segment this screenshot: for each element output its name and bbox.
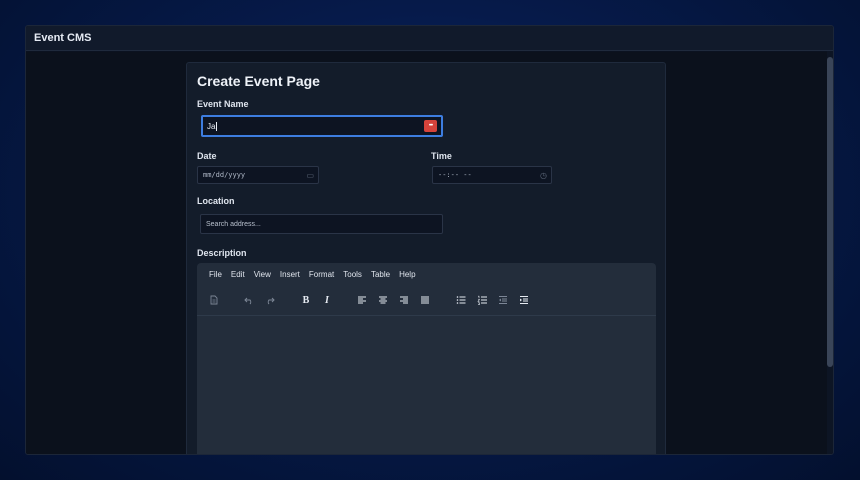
page-title: Create Event Page [197,73,320,89]
password-manager-icon[interactable]: ••• [424,120,437,132]
menu-insert[interactable]: Insert [280,270,300,279]
event-form-card: Create Event Page Event Name Ja ••• Date… [186,62,666,454]
editor-menubar: File Edit View Insert Format Tools Table… [209,270,416,279]
menu-table[interactable]: Table [371,270,390,279]
title-bar: Event CMS [26,26,833,51]
time-label: Time [431,151,452,161]
date-input[interactable]: mm/dd/yyyy ▭ [197,166,319,184]
vertical-scrollbar[interactable] [827,51,833,454]
menu-help[interactable]: Help [399,270,415,279]
bold-button[interactable]: B [299,293,313,307]
redo-icon[interactable] [263,293,277,307]
description-label: Description [197,248,247,258]
date-placeholder: mm/dd/yyyy [203,171,246,179]
location-label: Location [197,196,235,206]
date-label: Date [197,151,217,161]
menu-tools[interactable]: Tools [343,270,362,279]
menu-edit[interactable]: Edit [231,270,245,279]
align-left-icon[interactable] [355,293,369,307]
location-placeholder: Search address... [206,220,261,228]
menu-file[interactable]: File [209,270,222,279]
menu-view[interactable]: View [254,270,271,279]
new-document-icon[interactable] [207,293,221,307]
window-title: Event CMS [34,32,92,44]
bullet-list-icon[interactable] [454,293,468,307]
event-name-value: Ja [207,121,216,131]
menu-format[interactable]: Format [309,270,334,279]
rich-text-editor: File Edit View Insert Format Tools Table… [197,263,656,454]
scrollbar-thumb[interactable] [827,57,833,367]
indent-icon[interactable] [517,293,531,307]
numbered-list-icon[interactable] [475,293,489,307]
time-input[interactable]: --:-- -- ◷ [432,166,552,184]
app-window: Event CMS Create Event Page Event Name J… [25,25,834,455]
clock-icon[interactable]: ◷ [540,171,547,180]
event-name-label: Event Name [197,99,249,109]
text-caret [216,121,218,131]
editor-toolbar: B I [197,293,656,311]
align-justify-icon[interactable] [418,293,432,307]
align-right-icon[interactable] [397,293,411,307]
outdent-icon[interactable] [496,293,510,307]
undo-icon[interactable] [242,293,256,307]
password-icon-dots: ••• [428,123,433,129]
editor-body[interactable] [197,316,656,454]
event-name-input[interactable]: Ja ••• [201,115,443,137]
location-input[interactable]: Search address... [200,214,443,234]
calendar-icon[interactable]: ▭ [306,171,314,180]
content-area: Create Event Page Event Name Ja ••• Date… [26,52,827,454]
align-center-icon[interactable] [376,293,390,307]
italic-button[interactable]: I [320,293,334,307]
time-placeholder: --:-- -- [438,171,472,179]
